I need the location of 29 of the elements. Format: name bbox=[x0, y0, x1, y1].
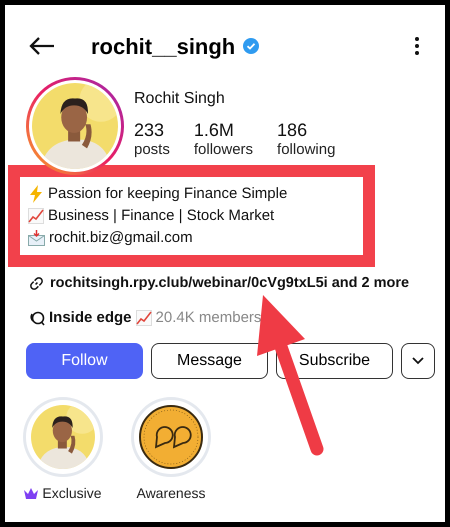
stat-label[interactable]: following bbox=[277, 141, 336, 159]
chevron-down-icon bbox=[412, 357, 424, 366]
member-count: 20.4K members bbox=[156, 308, 262, 328]
website-link[interactable]: rochitsingh.rpy.club/webinar/0cVg9txL5i and 2 more bbox=[50, 273, 410, 295]
stat-label[interactable]: followers bbox=[194, 141, 254, 159]
bio-line: Passion for keeping Finance Simple bbox=[48, 185, 288, 203]
dropdown-button[interactable] bbox=[401, 343, 435, 380]
channel-name[interactable]: Inside edge bbox=[49, 306, 132, 330]
profile-action-button[interactable]: Message bbox=[151, 343, 268, 380]
back-arrow-icon[interactable] bbox=[29, 36, 55, 56]
bio-line: rochit.biz@gmail.com bbox=[49, 229, 193, 247]
profile-action-button[interactable]: Follow bbox=[26, 343, 143, 380]
stat-count: 186 bbox=[277, 119, 308, 141]
envelope-icon bbox=[28, 230, 45, 246]
bio-line: Business | Finance | Stock Market bbox=[48, 207, 274, 225]
stat-label[interactable]: posts bbox=[134, 141, 170, 159]
chart-icon bbox=[28, 208, 44, 224]
link-icon bbox=[29, 276, 44, 292]
lightning-icon bbox=[28, 185, 44, 203]
more-options-icon[interactable] bbox=[415, 37, 419, 55]
highlight-label: Awareness bbox=[136, 484, 206, 504]
stat-count: 1.6M bbox=[194, 119, 235, 141]
chart-icon bbox=[136, 310, 152, 326]
display-name: Rochit Singh bbox=[134, 89, 226, 109]
story-highlight[interactable] bbox=[131, 397, 211, 478]
quote-icon bbox=[139, 405, 203, 470]
highlight-label: Exclusive bbox=[42, 484, 102, 504]
stat-count: 233 bbox=[134, 119, 166, 141]
username: rochit__singh bbox=[91, 32, 236, 61]
